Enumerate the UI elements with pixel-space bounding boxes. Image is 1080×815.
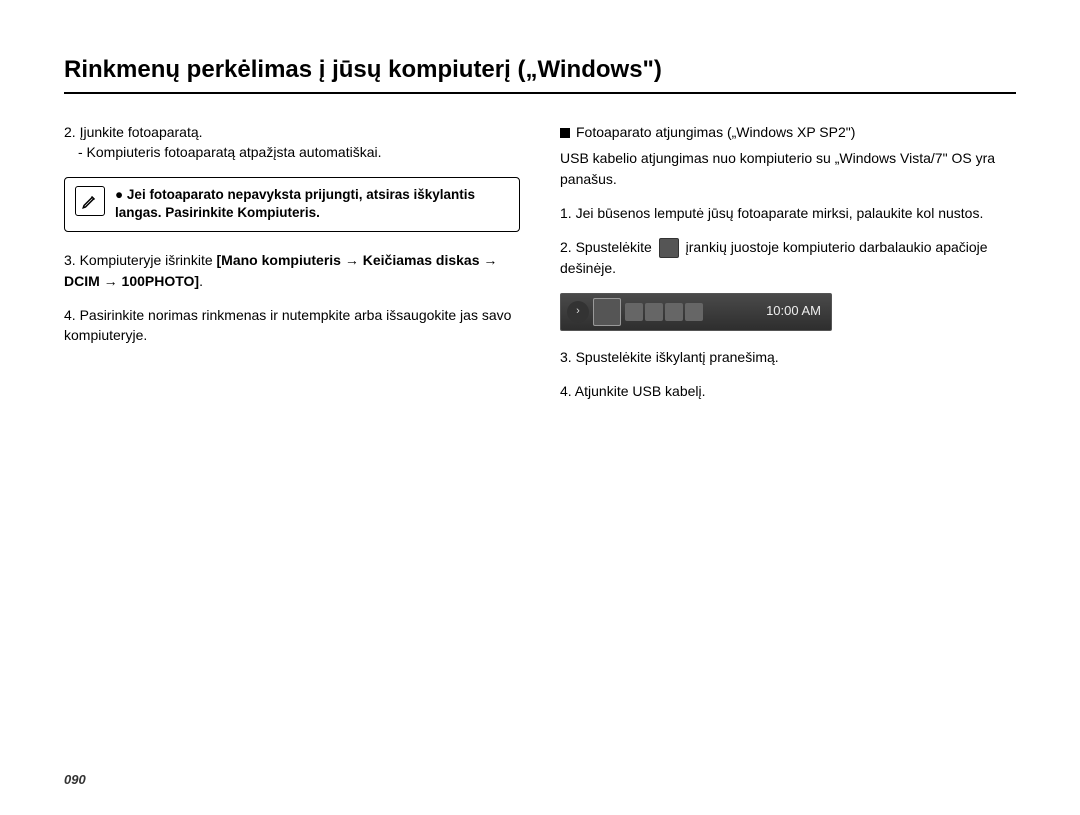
- step-subtext: - Kompiuteris fotoaparatą atpažįsta auto…: [78, 144, 382, 160]
- tray-icon: [645, 303, 663, 321]
- left-column: 2. Įjunkite fotoaparatą. - Kompiuteris f…: [64, 122, 520, 415]
- chevron-icon: ›: [567, 301, 589, 323]
- right-step-1: 1. Jei būsenos lemputė jūsų fotoaparate …: [560, 203, 1016, 223]
- step3-a: 3. Kompiuteryje išrinkite: [64, 252, 217, 268]
- tray-icon: [685, 303, 703, 321]
- section-title: Fotoaparato atjungimas („Windows XP SP2"…: [576, 122, 855, 142]
- page-number: 090: [64, 772, 86, 787]
- note-part-c: .: [316, 205, 320, 220]
- left-step-4: 4. Pasirinkite norimas rinkmenas ir nute…: [64, 305, 520, 346]
- tray-eject-icon: [659, 238, 679, 258]
- taskbar-clock: 10:00 AM: [766, 302, 821, 321]
- right-step-3: 3. Spustelėkite iškylantį pranešimą.: [560, 347, 1016, 367]
- note-text: ● Jei fotoaparato nepavyksta prijungti, …: [115, 186, 509, 224]
- taskbar-illustration: › 10:00 AM: [560, 293, 832, 331]
- step-text: 2. Įjunkite fotoaparatą.: [64, 124, 203, 140]
- pencil-note-icon: [75, 186, 105, 216]
- left-step-2: 2. Įjunkite fotoaparatą. - Kompiuteris f…: [64, 122, 520, 163]
- left-step-3: 3. Kompiuteryje išrinkite [Mano kompiute…: [64, 250, 520, 291]
- right-intro: USB kabelio atjungimas nuo kompiuterio s…: [560, 148, 1016, 189]
- note-box: ● Jei fotoaparato nepavyksta prijungti, …: [64, 177, 520, 233]
- document-page: Rinkmenų perkėlimas į jūsų kompiuterį („…: [0, 0, 1080, 815]
- tray-icon: [665, 303, 683, 321]
- tray-icons-group: [625, 303, 703, 321]
- step3-c: .: [199, 273, 203, 289]
- right-step-4: 4. Atjunkite USB kabelį.: [560, 381, 1016, 401]
- step2-a: 2. Spustelėkite: [560, 239, 656, 255]
- right-step-2: 2. Spustelėkite įrankių juostoje kompiut…: [560, 237, 1016, 279]
- selected-tray-icon: [593, 298, 621, 326]
- section-heading: Fotoaparato atjungimas („Windows XP SP2"…: [560, 122, 1016, 142]
- right-column: Fotoaparato atjungimas („Windows XP SP2"…: [560, 122, 1016, 415]
- page-title: Rinkmenų perkėlimas į jūsų kompiuterį („…: [64, 56, 1016, 94]
- content-columns: 2. Įjunkite fotoaparatą. - Kompiuteris f…: [64, 122, 1016, 415]
- bullet: ●: [115, 187, 123, 202]
- note-part-b: Kompiuteris: [237, 205, 316, 220]
- square-bullet-icon: [560, 128, 570, 138]
- tray-icon: [625, 303, 643, 321]
